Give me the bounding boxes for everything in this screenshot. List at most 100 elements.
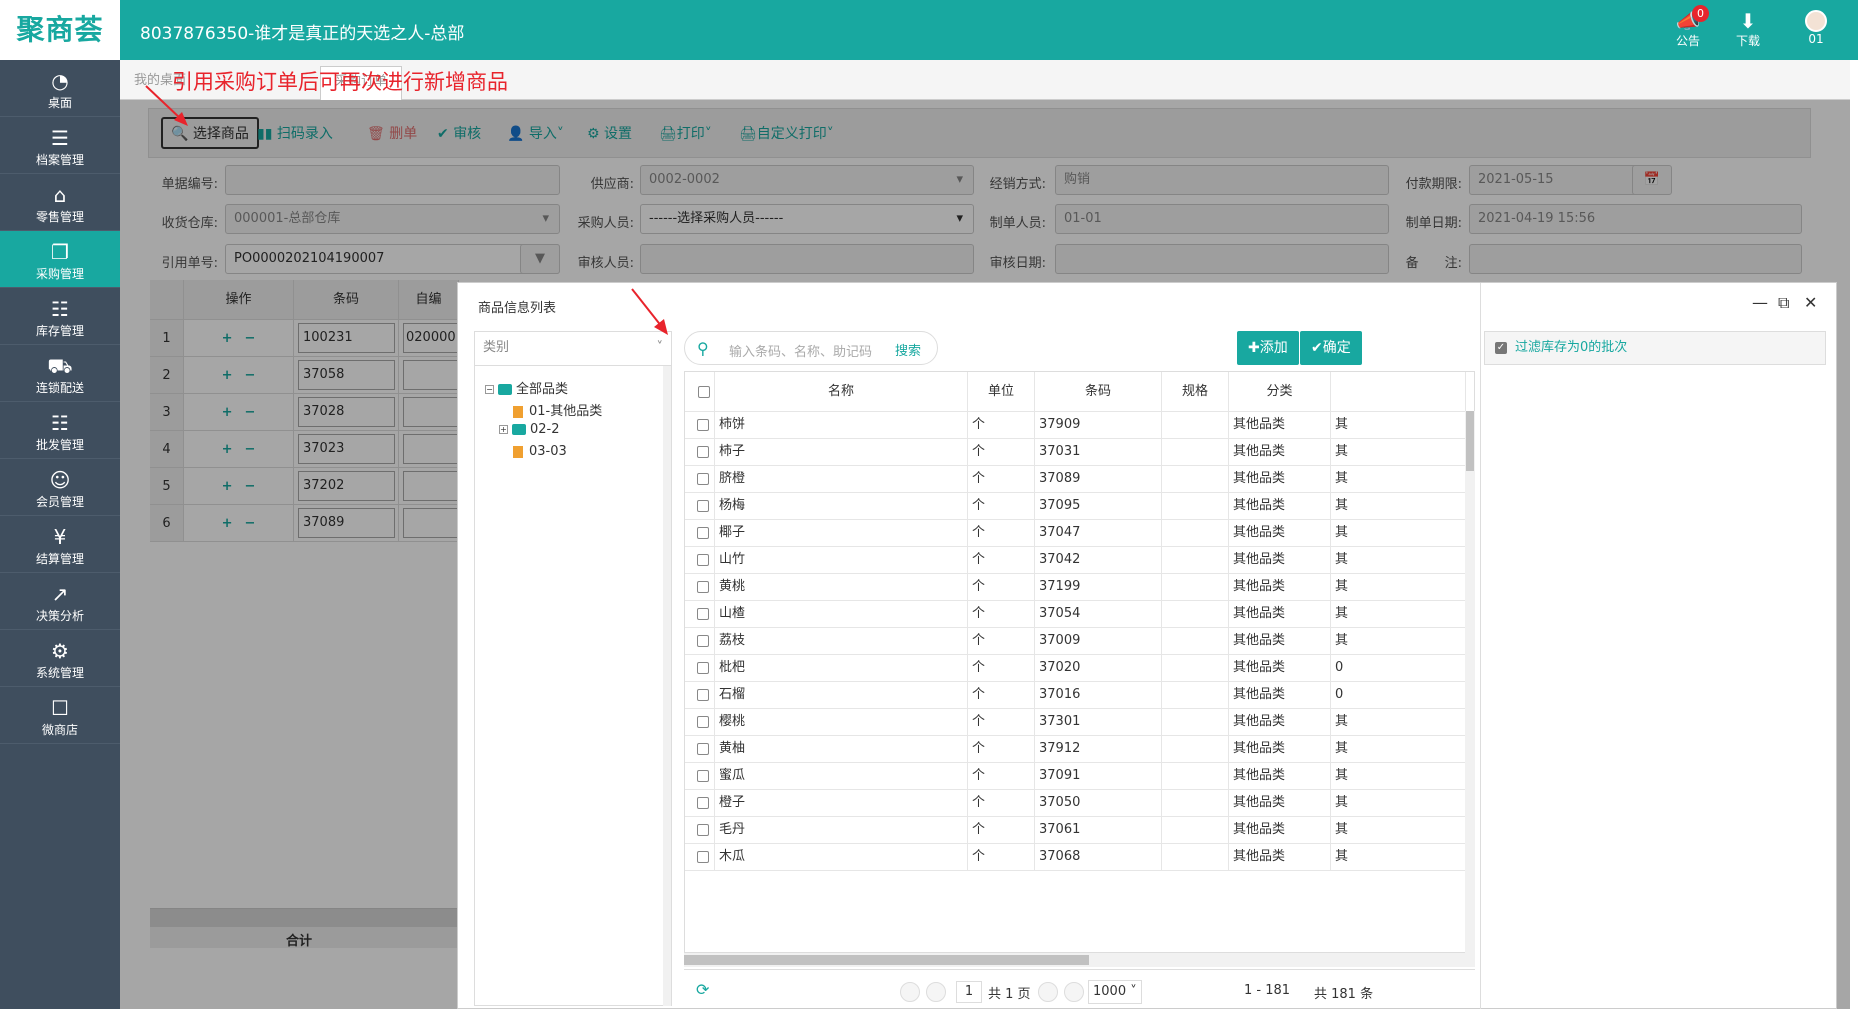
prev-page-button[interactable] bbox=[926, 982, 946, 1002]
inventory-icon: ☷ bbox=[51, 297, 69, 321]
row-checkbox[interactable] bbox=[685, 628, 715, 654]
sidebar-item-8[interactable]: ¥ 结算管理 bbox=[0, 516, 120, 573]
cell-code: 37020 bbox=[1035, 655, 1162, 681]
column-header: 规格 bbox=[1162, 372, 1229, 411]
sidebar: ◔ 桌面 ☰ 档案管理 ⌂ 零售管理 ❐ 采购管理 ☷ 库存管理 ⛟ 连锁配送 ☷ 批发管理 ☺ 会员管理 ¥ 结… bbox=[0, 60, 120, 1009]
row-checkbox[interactable] bbox=[685, 763, 715, 789]
yen-icon: ¥ bbox=[53, 525, 67, 549]
category-select[interactable]: 类别 ˅ bbox=[475, 332, 671, 366]
cell-name: 樱桃 bbox=[715, 709, 968, 735]
table-row[interactable]: 黄柚个 37912 其他品类其 bbox=[685, 736, 1474, 763]
cell-cat: 其他品类 bbox=[1229, 601, 1331, 627]
page-size-select[interactable]: 1000 ˅ bbox=[1088, 980, 1142, 1004]
table-row[interactable]: 脐橙个 37089 其他品类其 bbox=[685, 466, 1474, 493]
search-button[interactable]: 搜索 bbox=[895, 340, 921, 359]
table-header: 名称 单位 条码 规格 分类 bbox=[685, 372, 1474, 412]
row-checkbox[interactable] bbox=[685, 682, 715, 708]
table-row[interactable]: 杨梅个 37095 其他品类其 bbox=[685, 493, 1474, 520]
cart-icon: ❐ bbox=[51, 240, 69, 264]
tree-scrollbar[interactable] bbox=[663, 366, 671, 1006]
confirm-button[interactable]: ✔确定 bbox=[1300, 331, 1362, 365]
cell-extra: 其 bbox=[1331, 736, 1466, 762]
row-checkbox[interactable] bbox=[685, 574, 715, 600]
cell-extra: 其 bbox=[1331, 547, 1466, 573]
cell-code: 37042 bbox=[1035, 547, 1162, 573]
app-logo: 聚商荟 bbox=[0, 0, 120, 60]
row-checkbox[interactable] bbox=[685, 790, 715, 816]
table-row[interactable]: 山楂个 37054 其他品类其 bbox=[685, 601, 1474, 628]
row-checkbox[interactable] bbox=[685, 709, 715, 735]
table-row[interactable]: 樱桃个 37301 其他品类其 bbox=[685, 709, 1474, 736]
chevron-down-icon: ˅ bbox=[1130, 984, 1137, 999]
sidebar-item-2[interactable]: ⌂ 零售管理 bbox=[0, 174, 120, 231]
row-checkbox[interactable] bbox=[685, 520, 715, 546]
table-row[interactable]: 石榴个 37016 其他品类 0 bbox=[685, 682, 1474, 709]
sidebar-item-5[interactable]: ⛟ 连锁配送 bbox=[0, 345, 120, 402]
row-checkbox[interactable] bbox=[685, 736, 715, 762]
total-pages: 共 1 页 bbox=[988, 987, 1031, 1002]
user-menu[interactable]: 01 bbox=[1796, 10, 1836, 46]
wholesale-icon: ☷ bbox=[51, 411, 69, 435]
sidebar-item-label: 档案管理 bbox=[35, 153, 84, 167]
table-row[interactable]: 蜜瓜个 37091 其他品类其 bbox=[685, 763, 1474, 790]
tree-node-all[interactable]: − 全部品类 bbox=[485, 378, 568, 397]
cell-code: 37009 bbox=[1035, 628, 1162, 654]
sidebar-item-1[interactable]: ☰ 档案管理 bbox=[0, 117, 120, 174]
table-horizontal-scrollbar[interactable] bbox=[684, 953, 1475, 967]
row-checkbox[interactable] bbox=[685, 655, 715, 681]
last-page-button[interactable] bbox=[1064, 982, 1084, 1002]
cell-unit: 个 bbox=[968, 817, 1035, 843]
table-row[interactable]: 荔枝个 37009 其他品类其 bbox=[685, 628, 1474, 655]
table-row[interactable]: 毛丹个 37061 其他品类其 bbox=[685, 817, 1474, 844]
row-checkbox[interactable] bbox=[685, 493, 715, 519]
row-checkbox[interactable] bbox=[685, 466, 715, 492]
row-checkbox[interactable] bbox=[685, 439, 715, 465]
table-row[interactable]: 黄桃个 37199 其他品类其 bbox=[685, 574, 1474, 601]
cell-name: 椰子 bbox=[715, 520, 968, 546]
row-checkbox[interactable] bbox=[685, 817, 715, 843]
row-checkbox[interactable] bbox=[685, 844, 715, 870]
refresh-icon[interactable]: ⟳ bbox=[696, 980, 709, 999]
tree-node-03[interactable]: 03-03 bbox=[513, 444, 567, 459]
tree-node-01[interactable]: 01-其他品类 bbox=[513, 400, 602, 419]
table-row[interactable]: 山竹个 37042 其他品类其 bbox=[685, 547, 1474, 574]
table-row[interactable]: 椰子个 37047 其他品类其 bbox=[685, 520, 1474, 547]
row-checkbox[interactable] bbox=[685, 547, 715, 573]
table-row[interactable]: 柿子个 37031 其他品类其 bbox=[685, 439, 1474, 466]
sidebar-item-10[interactable]: ⚙ 系统管理 bbox=[0, 630, 120, 687]
cell-cat: 其他品类 bbox=[1229, 547, 1331, 573]
table-vertical-scrollbar[interactable] bbox=[1465, 411, 1475, 953]
cell-cat: 其他品类 bbox=[1229, 628, 1331, 654]
select-all-checkbox[interactable] bbox=[685, 372, 715, 411]
first-page-button[interactable] bbox=[900, 982, 920, 1002]
table-row[interactable]: 橙子个 37050 其他品类其 bbox=[685, 790, 1474, 817]
cell-extra: 其 bbox=[1331, 412, 1466, 438]
folder-icon bbox=[512, 424, 526, 435]
sidebar-item-4[interactable]: ☷ 库存管理 bbox=[0, 288, 120, 345]
filter-zero-stock-checkbox[interactable]: ✓ 过滤库存为0的批次 bbox=[1484, 331, 1826, 365]
download-button[interactable]: ⬇ 下载 bbox=[1728, 10, 1768, 49]
row-checkbox[interactable] bbox=[685, 601, 715, 627]
table-row[interactable]: 柿饼个 37909 其他品类其 bbox=[685, 412, 1474, 439]
sidebar-item-6[interactable]: ☷ 批发管理 bbox=[0, 402, 120, 459]
sidebar-item-3[interactable]: ❐ 采购管理 bbox=[0, 231, 120, 288]
next-page-button[interactable] bbox=[1038, 982, 1058, 1002]
cell-name: 橙子 bbox=[715, 790, 968, 816]
row-checkbox[interactable] bbox=[685, 412, 715, 438]
cell-extra: 其 bbox=[1331, 493, 1466, 519]
cell-extra: 其 bbox=[1331, 466, 1466, 492]
sidebar-item-9[interactable]: ↗ 决策分析 bbox=[0, 573, 120, 630]
sidebar-item-0[interactable]: ◔ 桌面 bbox=[0, 60, 120, 117]
sidebar-item-7[interactable]: ☺ 会员管理 bbox=[0, 459, 120, 516]
add-button[interactable]: ✚添加 bbox=[1237, 331, 1299, 365]
search-input[interactable]: ⚲ 输入条码、名称、助记码 搜索 bbox=[684, 331, 938, 365]
cell-name: 石榴 bbox=[715, 682, 968, 708]
table-row[interactable]: 木瓜个 37068 其他品类其 bbox=[685, 844, 1474, 871]
tree-node-02[interactable]: +02-2 bbox=[499, 422, 560, 437]
avatar bbox=[1805, 10, 1827, 32]
arrow-annotation-icon bbox=[631, 288, 668, 335]
page-input[interactable]: 1 bbox=[956, 981, 982, 1003]
table-row[interactable]: 枇杷个 37020 其他品类 0 bbox=[685, 655, 1474, 682]
shop-icon: ☐ bbox=[51, 696, 69, 720]
sidebar-item-11[interactable]: ☐ 微商店 bbox=[0, 687, 120, 744]
